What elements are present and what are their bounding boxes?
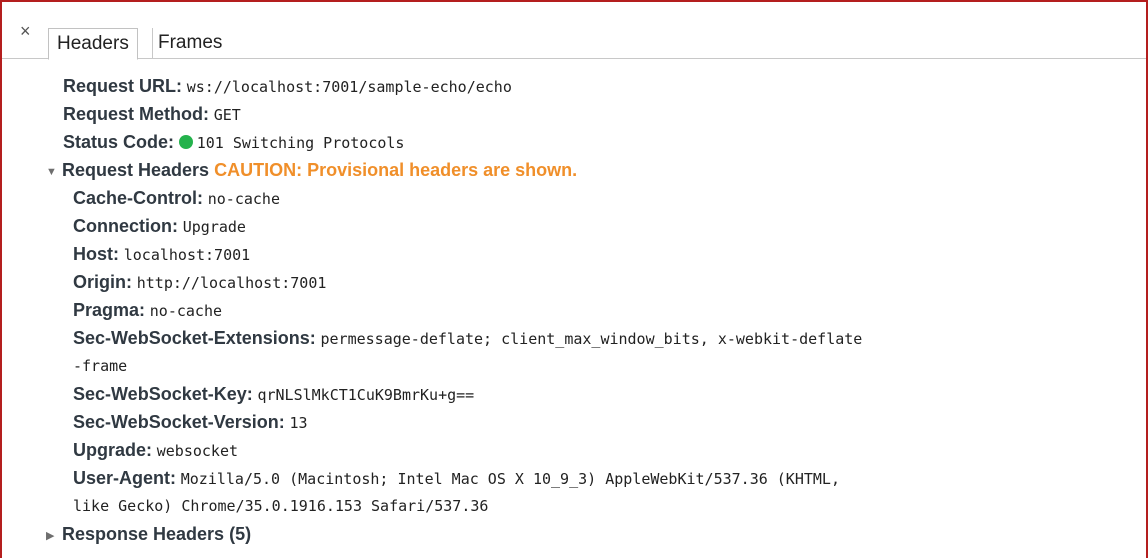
- header-value-continuation: -frame: [2, 352, 1146, 380]
- header-row: Sec-WebSocket-Key: qrNLSlMkCT1CuK9BmrKu+…: [2, 380, 1146, 408]
- status-code-label: Status Code:: [63, 132, 175, 152]
- header-row: User-Agent: Mozilla/5.0 (Macintosh; Inte…: [2, 464, 1146, 492]
- header-key: Sec-WebSocket-Key:: [73, 384, 253, 404]
- disclosure-triangle-down-icon[interactable]: ▼: [46, 158, 62, 186]
- header-value: http://localhost:7001: [136, 274, 327, 292]
- header-row: Connection: Upgrade: [2, 212, 1146, 240]
- header-key: Pragma:: [73, 300, 146, 320]
- request-method-value: GET: [213, 106, 241, 124]
- header-value-wrapped: -frame: [73, 357, 128, 375]
- status-code-row: Status Code: 101 Switching Protocols: [2, 128, 1146, 156]
- header-row: Sec-WebSocket-Extensions: permessage-def…: [2, 324, 1146, 352]
- header-key: Upgrade:: [73, 440, 153, 460]
- disclosure-triangle-right-icon[interactable]: ▶: [46, 522, 62, 550]
- request-url-value: ws://localhost:7001/sample-echo/echo: [186, 78, 512, 96]
- tab-headers[interactable]: Headers: [48, 28, 138, 60]
- request-url-label: Request URL:: [63, 76, 183, 96]
- request-headers-list: Cache-Control: no-cache Connection: Upgra…: [2, 184, 1146, 520]
- request-headers-title: Request Headers: [62, 160, 210, 180]
- header-value: websocket: [156, 442, 239, 460]
- header-key: Connection:: [73, 216, 178, 236]
- header-key: Host:: [73, 244, 119, 264]
- header-value: localhost:7001: [123, 246, 251, 264]
- status-ok-icon: [178, 135, 193, 149]
- tab-bar: × Headers Frames: [2, 2, 1146, 60]
- header-key: Cache-Control:: [73, 188, 203, 208]
- request-method-label: Request Method:: [63, 104, 209, 124]
- header-row: Origin: http://localhost:7001: [2, 268, 1146, 296]
- request-url-row: Request URL: ws://localhost:7001/sample-…: [2, 72, 1146, 100]
- header-value: Upgrade: [182, 218, 246, 236]
- response-headers-section[interactable]: ▶ Response Headers (5): [2, 520, 1146, 548]
- header-key: Sec-WebSocket-Version:: [73, 412, 285, 432]
- header-key: Origin:: [73, 272, 132, 292]
- response-headers-title: Response Headers (5): [62, 524, 252, 544]
- header-row: Cache-Control: no-cache: [2, 184, 1146, 212]
- status-code-value: 101 Switching Protocols: [196, 134, 405, 152]
- network-detail-panel: × Headers Frames Request URL: ws://local…: [0, 0, 1148, 558]
- header-row: Upgrade: websocket: [2, 436, 1146, 464]
- request-headers-section[interactable]: ▼ Request Headers CAUTION: Provisional he…: [2, 156, 1146, 184]
- tab-divider: [152, 28, 153, 58]
- header-row: Pragma: no-cache: [2, 296, 1146, 324]
- header-row: Sec-WebSocket-Version: 13: [2, 408, 1146, 436]
- header-value: 13: [289, 414, 308, 432]
- header-value: no-cache: [149, 302, 223, 320]
- close-icon[interactable]: ×: [20, 22, 31, 40]
- header-key: Sec-WebSocket-Extensions:: [73, 328, 316, 348]
- request-method-row: Request Method: GET: [2, 100, 1146, 128]
- provisional-caution: CAUTION: Provisional headers are shown.: [214, 160, 578, 180]
- tab-frames[interactable]: Frames: [158, 28, 230, 58]
- header-value: qrNLSlMkCT1CuK9BmrKu+g==: [257, 386, 475, 404]
- header-value-wrapped: like Gecko) Chrome/35.0.1916.153 Safari/…: [73, 497, 489, 515]
- header-value-continuation: like Gecko) Chrome/35.0.1916.153 Safari/…: [2, 492, 1146, 520]
- header-value: no-cache: [207, 190, 280, 208]
- header-value: Mozilla/5.0 (Macintosh; Intel Mac OS X 1…: [180, 470, 840, 488]
- header-row: Host: localhost:7001: [2, 240, 1146, 268]
- headers-content: Request URL: ws://localhost:7001/sample-…: [2, 72, 1146, 548]
- header-value: permessage-deflate; client_max_window_bi…: [320, 330, 863, 348]
- header-key: User-Agent:: [73, 468, 177, 488]
